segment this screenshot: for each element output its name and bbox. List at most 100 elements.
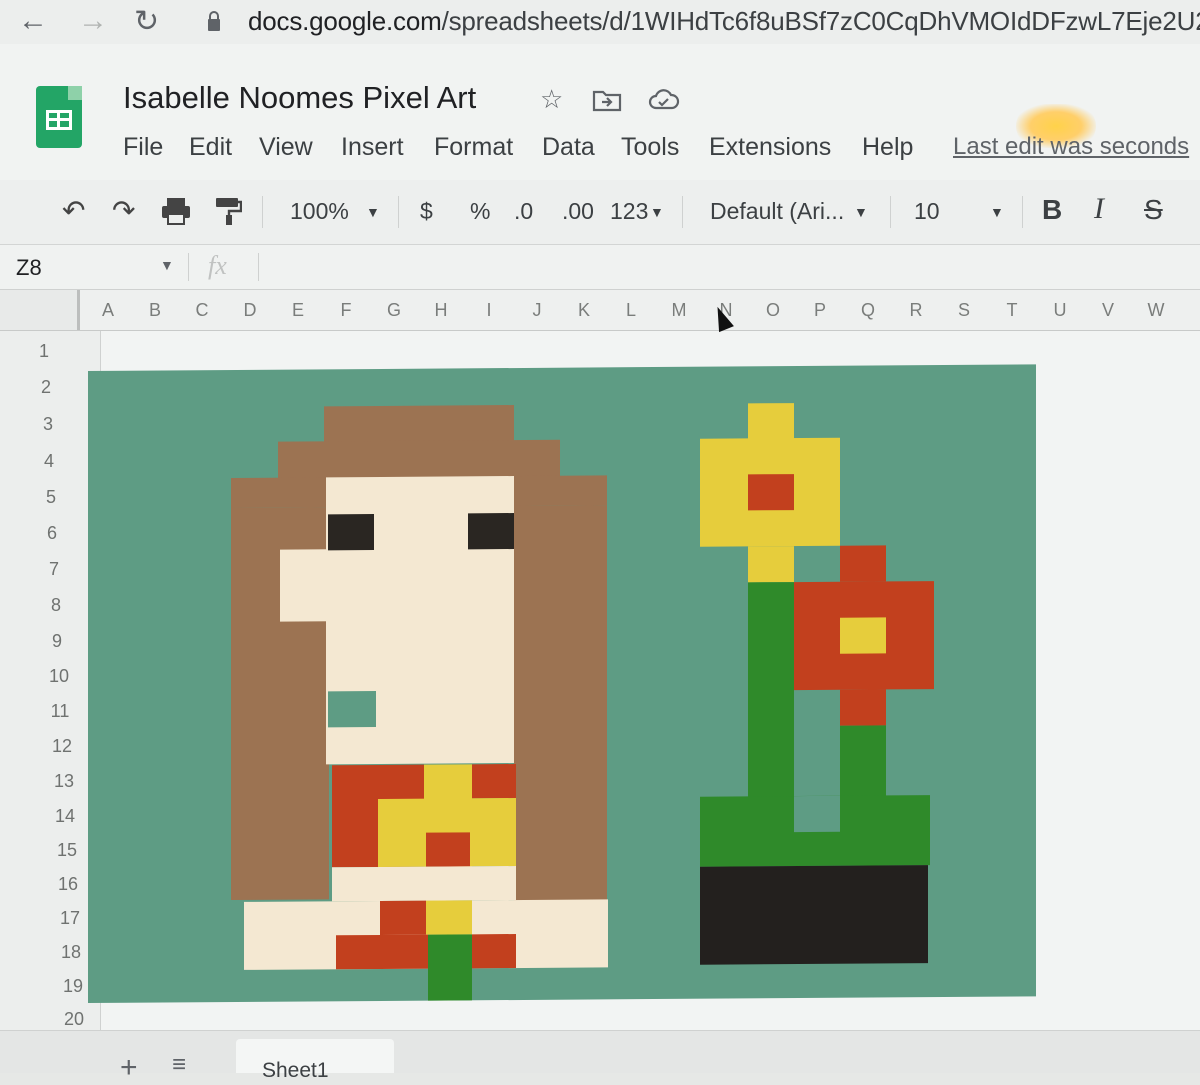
row-header[interactable]: 16 <box>48 874 88 895</box>
column-header[interactable]: C <box>182 300 222 321</box>
column-header[interactable]: V <box>1088 300 1128 321</box>
currency-format-button[interactable]: $ <box>420 198 433 225</box>
zoom-select[interactable]: 100% <box>290 198 349 225</box>
paint-format-icon[interactable] <box>214 196 242 226</box>
font-caret-icon[interactable]: ▼ <box>854 204 868 220</box>
column-header[interactable]: I <box>469 300 509 321</box>
row-header[interactable]: 8 <box>36 595 76 616</box>
more-formats-caret-icon[interactable]: ▼ <box>650 204 664 220</box>
skirt-block <box>428 934 472 1001</box>
undo-icon[interactable]: ↶ <box>62 194 85 227</box>
stem <box>748 582 794 799</box>
column-header[interactable]: L <box>611 300 651 321</box>
last-edit-link[interactable]: Last edit was seconds <box>953 133 1189 161</box>
column-header[interactable]: F <box>326 300 366 321</box>
column-header[interactable]: M <box>659 300 699 321</box>
row-header[interactable]: 15 <box>47 840 87 861</box>
row-header[interactable]: 17 <box>50 908 90 929</box>
column-header[interactable]: R <box>896 300 936 321</box>
column-header[interactable]: B <box>135 300 175 321</box>
row-header[interactable]: 6 <box>32 523 72 544</box>
column-header[interactable]: J <box>517 300 557 321</box>
row-header[interactable]: 14 <box>45 806 85 827</box>
print-icon[interactable] <box>160 196 192 226</box>
column-header[interactable]: O <box>753 300 793 321</box>
formula-bar: Z8 ▼ fx <box>0 245 1200 290</box>
column-header[interactable]: T <box>992 300 1032 321</box>
strikethrough-button[interactable]: S <box>1144 194 1163 226</box>
percent-format-button[interactable]: % <box>470 198 490 225</box>
leaf-gap <box>794 795 840 833</box>
background-notch <box>328 690 376 728</box>
column-header[interactable]: W <box>1136 300 1176 321</box>
menu-data[interactable]: Data <box>542 133 595 162</box>
pixel-art-canvas[interactable] <box>88 364 1036 1003</box>
red-flower <box>840 545 886 582</box>
row-header[interactable]: 1 <box>24 341 64 362</box>
row-header[interactable]: 7 <box>34 559 74 580</box>
row-header[interactable]: 9 <box>37 631 77 652</box>
menu-help[interactable]: Help <box>862 133 913 162</box>
column-header[interactable]: D <box>230 300 270 321</box>
column-header[interactable]: K <box>564 300 604 321</box>
yellow-flower <box>748 403 794 440</box>
name-box-caret-icon[interactable]: ▼ <box>160 257 174 273</box>
document-title[interactable]: Isabelle Noomes Pixel Art <box>123 80 476 116</box>
column-header[interactable]: E <box>278 300 318 321</box>
column-header[interactable]: Q <box>848 300 888 321</box>
more-formats-button[interactable]: 123 <box>610 198 648 225</box>
forward-arrow-icon[interactable]: → <box>78 4 108 38</box>
font-select[interactable]: Default (Ari... <box>710 198 844 225</box>
sheet-tab[interactable]: Sheet1 <box>236 1039 394 1082</box>
column-header[interactable]: G <box>374 300 414 321</box>
row-header[interactable]: 19 <box>53 976 93 997</box>
redo-icon[interactable]: ↷ <box>112 194 135 227</box>
menu-format[interactable]: Format <box>434 133 513 162</box>
add-sheet-icon[interactable]: + <box>120 1051 138 1085</box>
select-all-corner[interactable] <box>0 290 80 330</box>
row-header[interactable]: 10 <box>39 666 79 687</box>
italic-button[interactable]: I <box>1094 192 1104 226</box>
column-headers: A B C D E F G H I J K L M N O P Q R S T … <box>0 290 1200 331</box>
name-box[interactable]: Z8 <box>16 255 42 281</box>
left-eye <box>328 514 374 551</box>
menu-view[interactable]: View <box>259 133 313 162</box>
column-header[interactable]: P <box>800 300 840 321</box>
column-header[interactable]: S <box>944 300 984 321</box>
row-header[interactable]: 13 <box>44 771 84 792</box>
row-header[interactable]: 12 <box>42 736 82 757</box>
row-header[interactable]: 2 <box>26 377 66 398</box>
menu-tools[interactable]: Tools <box>621 133 679 162</box>
row-header[interactable]: 18 <box>51 942 91 963</box>
column-header[interactable]: U <box>1040 300 1080 321</box>
skirt-block <box>332 866 516 902</box>
menu-insert[interactable]: Insert <box>341 133 404 162</box>
url-text[interactable]: docs.google.com/spreadsheets/d/1WIHdTc6f… <box>248 6 1200 37</box>
menu-file[interactable]: File <box>123 133 163 162</box>
row-headers: 1 2 3 4 5 6 7 8 9 10 11 12 13 14 15 16 1… <box>0 331 101 1031</box>
cloud-saved-icon[interactable] <box>648 88 680 112</box>
font-size-select[interactable]: 10 <box>914 198 940 225</box>
back-arrow-icon[interactable]: ← <box>18 4 48 38</box>
column-header[interactable]: H <box>421 300 461 321</box>
decrease-decimal-button[interactable]: .0 <box>514 198 533 225</box>
row-header[interactable]: 11 <box>40 701 80 722</box>
zoom-caret-icon[interactable]: ▼ <box>366 204 380 220</box>
increase-decimal-button[interactable]: .00 <box>562 198 594 225</box>
column-header[interactable]: A <box>88 300 128 321</box>
menu-extensions[interactable]: Extensions <box>709 133 831 162</box>
font-size-caret-icon[interactable]: ▼ <box>990 204 1004 220</box>
row-header[interactable]: 4 <box>29 451 69 472</box>
row-header[interactable]: 5 <box>31 487 71 508</box>
star-icon[interactable]: ☆ <box>540 84 563 115</box>
reload-icon[interactable]: ↻ <box>134 4 159 39</box>
menu-edit[interactable]: Edit <box>189 133 232 162</box>
row-header[interactable]: 3 <box>28 414 68 435</box>
all-sheets-icon[interactable]: ≡ <box>172 1051 186 1079</box>
right-eye <box>468 513 514 550</box>
bold-button[interactable]: B <box>1042 194 1062 226</box>
sheet-bar: + ≡ Sheet1 <box>0 1030 1200 1084</box>
sheets-logo-icon[interactable] <box>36 86 82 148</box>
move-folder-icon[interactable] <box>592 88 622 112</box>
row-header[interactable]: 20 <box>54 1009 94 1030</box>
